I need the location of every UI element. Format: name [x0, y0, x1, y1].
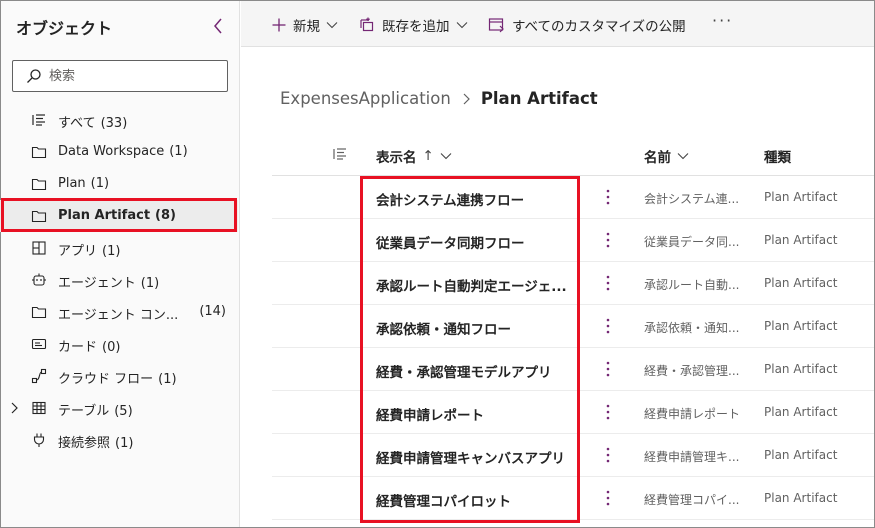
more-vertical-icon[interactable]	[602, 359, 614, 379]
sidebar-item-label: すべて (33)	[58, 116, 128, 131]
card-icon	[31, 338, 47, 350]
cell-type: Plan Artifact	[764, 448, 838, 462]
sidebar-item-label: 接続参照 (1)	[58, 436, 134, 451]
sidebar-item-agent-components[interactable]: エージェント コン... (14)	[0, 296, 238, 328]
sidebar-item-table[interactable]: テーブル (5)	[0, 392, 238, 424]
sidebar-item-label: Data Workspace (1)	[58, 144, 188, 159]
command-bar: 新規 既存を追加 すべてのカスタマイズの公開 ···	[241, 1, 874, 47]
plug-icon	[33, 433, 45, 447]
more-vertical-icon[interactable]	[602, 187, 614, 207]
cell-name: 従業員データ同...	[644, 235, 740, 249]
sidebar-item-agent[interactable]: エージェント (1)	[0, 264, 238, 296]
more-options-button[interactable]: ···	[712, 11, 733, 30]
row-select-list-icon[interactable]	[332, 146, 348, 162]
sidebar-item-data-workspace[interactable]: Data Workspace (1)	[0, 136, 238, 168]
sidebar-item-app[interactable]: アプリ (1)	[0, 232, 238, 264]
list-icon	[32, 114, 45, 126]
cell-name: 会計システム連...	[644, 192, 740, 206]
sidebar-item-label: Plan (1)	[58, 176, 110, 191]
publish-all-label: すべてのカスタマイズの公開	[512, 19, 686, 35]
sidebar-item-connection-reference[interactable]: 接続参照 (1)	[0, 424, 238, 456]
search-input[interactable]	[49, 66, 219, 86]
table-header-row: 表示名 ↑ 名前 種類	[272, 134, 874, 176]
sidebar-title: オブジェクト	[16, 19, 113, 38]
folder-icon	[31, 306, 47, 319]
sidebar-item-label: テーブル (5)	[58, 404, 133, 419]
agent-icon	[32, 273, 46, 286]
display-name-column-highlight-frame	[360, 176, 580, 523]
folder-icon	[31, 178, 47, 191]
column-header-name[interactable]: 名前	[644, 146, 689, 166]
sidebar-item-label: エージェント コン...	[58, 308, 179, 323]
add-existing-button[interactable]: 既存を追加	[358, 15, 474, 35]
cell-type: Plan Artifact	[764, 362, 838, 376]
more-vertical-icon[interactable]	[602, 488, 614, 508]
cell-name: 経費申請レポート	[644, 407, 741, 421]
cell-type: Plan Artifact	[764, 405, 838, 419]
expand-chevron-icon[interactable]	[8, 401, 20, 415]
chevron-down-icon	[440, 153, 452, 160]
chevron-right-icon	[463, 93, 470, 104]
selected-item-highlight-frame	[1, 198, 237, 232]
chevron-down-icon	[456, 22, 467, 29]
cell-name: 経費申請管理キ...	[644, 450, 740, 464]
breadcrumb-current: Plan Artifact	[480, 89, 598, 108]
flow-icon	[31, 368, 47, 384]
search-icon	[27, 69, 41, 83]
plus-icon	[272, 18, 286, 32]
chevron-down-icon	[326, 22, 338, 29]
cell-name: 承認依頼・通知...	[644, 321, 740, 335]
sidebar-item-label: カード (0)	[58, 340, 121, 355]
cell-name: 承認ルート自動...	[644, 278, 740, 292]
cell-type: Plan Artifact	[764, 491, 838, 505]
sidebar-item-label: クラウド フロー (1)	[58, 372, 177, 387]
publish-icon	[488, 18, 504, 33]
breadcrumb-parent[interactable]: ExpensesApplication	[280, 89, 451, 108]
add-existing-label: 既存を追加	[382, 19, 450, 35]
more-vertical-icon[interactable]	[602, 273, 614, 293]
chevron-down-icon	[677, 153, 689, 160]
folder-icon	[31, 146, 47, 159]
column-header-label: 表示名	[376, 150, 417, 166]
sidebar-item-plan[interactable]: Plan (1)	[0, 168, 238, 200]
sidebar-item-label: アプリ (1)	[58, 244, 121, 259]
table-icon	[32, 401, 46, 415]
cell-type: Plan Artifact	[764, 190, 838, 204]
new-button-label: 新規	[293, 19, 320, 35]
search-box[interactable]	[12, 60, 228, 92]
cell-type: Plan Artifact	[764, 276, 838, 290]
column-header-type[interactable]: 種類	[764, 146, 791, 166]
breadcrumb: ExpensesApplication Plan Artifact	[280, 89, 598, 108]
cell-type: Plan Artifact	[764, 319, 838, 333]
more-vertical-icon[interactable]	[602, 230, 614, 250]
cell-type: Plan Artifact	[764, 233, 838, 247]
sidebar-item-count: (14)	[199, 304, 226, 319]
sidebar-item-label: エージェント (1)	[58, 276, 160, 291]
new-button[interactable]: 新規	[271, 15, 344, 35]
app-icon	[32, 241, 46, 255]
collapse-chevron-icon[interactable]	[209, 15, 227, 37]
sidebar-item-cloud-flow[interactable]: クラウド フロー (1)	[0, 360, 238, 392]
cell-name: 経費管理コパイ...	[644, 493, 740, 507]
more-vertical-icon[interactable]	[602, 445, 614, 465]
more-vertical-icon[interactable]	[602, 402, 614, 422]
cell-name: 経費・承認管理...	[644, 364, 740, 378]
sort-ascending-icon: ↑	[422, 148, 434, 164]
column-header-label: 名前	[644, 150, 671, 166]
column-header-display-name[interactable]: 表示名 ↑	[376, 146, 452, 166]
add-existing-icon	[360, 17, 374, 32]
sidebar-item-all[interactable]: すべて (33)	[0, 104, 238, 136]
more-vertical-icon[interactable]	[602, 316, 614, 336]
publish-all-button[interactable]: すべてのカスタマイズの公開	[488, 15, 686, 35]
sidebar-item-card[interactable]: カード (0)	[0, 328, 238, 360]
